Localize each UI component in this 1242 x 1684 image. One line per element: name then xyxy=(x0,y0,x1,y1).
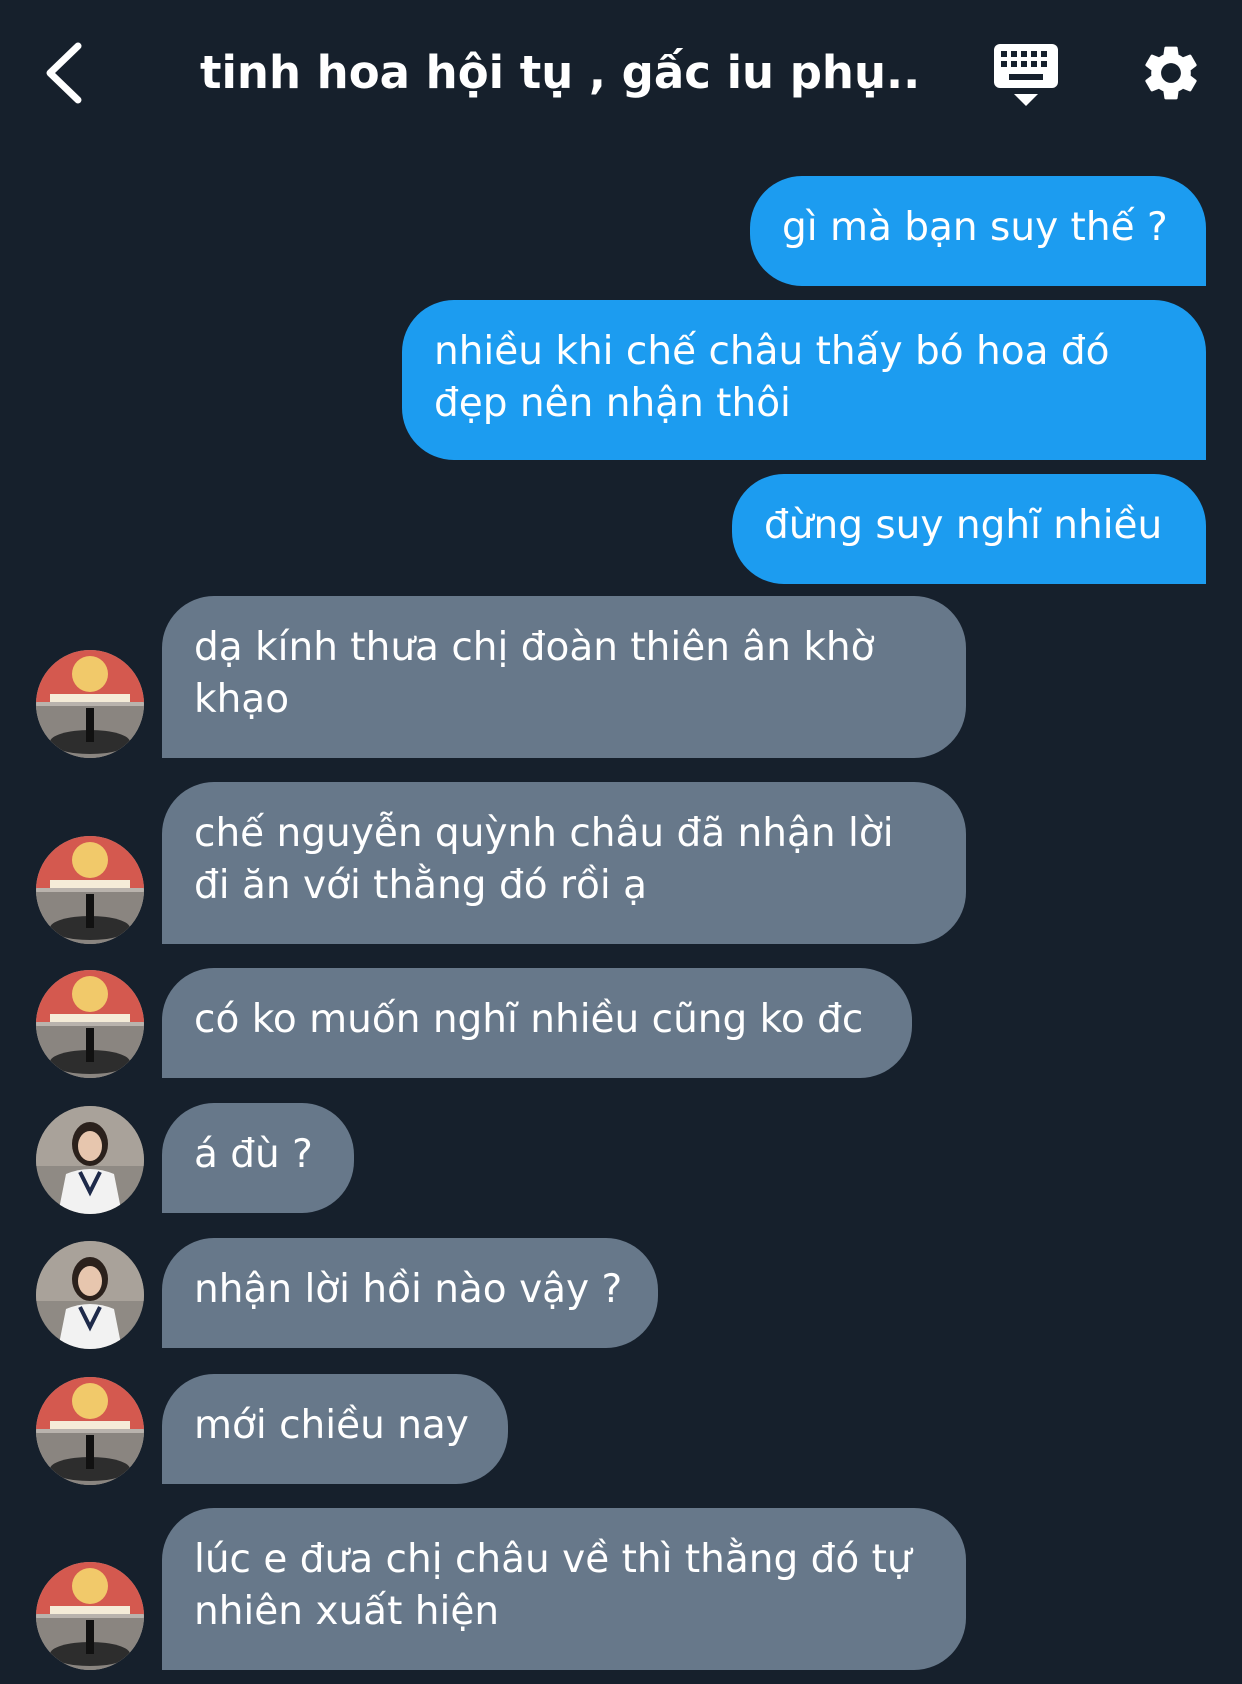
incoming-message[interactable]: chế nguyễn quỳnh châu đã nhận lời đi ăn … xyxy=(162,782,966,944)
poster-avatar-image xyxy=(36,650,144,758)
keyboard-icon xyxy=(994,44,1058,106)
outgoing-message[interactable]: nhiều khi chế châu thấy bó hoa đó đẹp nê… xyxy=(402,300,1206,460)
avatar[interactable] xyxy=(36,1241,144,1349)
incoming-message[interactable]: lúc e đưa chị châu về thì thằng đó tự nh… xyxy=(162,1508,966,1670)
conversation-title[interactable]: tinh hoa hội tụ , gấc iu phụ... xyxy=(200,38,920,108)
chevron-left-icon xyxy=(46,42,82,104)
avatar[interactable] xyxy=(36,650,144,758)
girl-avatar-image xyxy=(36,1106,144,1214)
settings-button[interactable] xyxy=(1138,40,1204,106)
incoming-message[interactable]: nhận lời hồi nào vậy ? xyxy=(162,1238,658,1348)
keyboard-button[interactable] xyxy=(990,40,1062,108)
poster-avatar-image xyxy=(36,1377,144,1485)
incoming-message[interactable]: có ko muốn nghĩ nhiều cũng ko đc xyxy=(162,968,912,1078)
avatar[interactable] xyxy=(36,970,144,1078)
avatar[interactable] xyxy=(36,836,144,944)
poster-avatar-image xyxy=(36,1562,144,1670)
girl-avatar-image xyxy=(36,1241,144,1349)
chat-header: tinh hoa hội tụ , gấc iu phụ... xyxy=(0,0,1242,150)
incoming-message[interactable]: mới chiều nay xyxy=(162,1374,508,1484)
outgoing-message[interactable]: đừng suy nghĩ nhiều xyxy=(732,474,1206,584)
poster-avatar-image xyxy=(36,970,144,1078)
avatar[interactable] xyxy=(36,1106,144,1214)
incoming-message[interactable]: dạ kính thưa chị đoàn thiên ân khờ khạo xyxy=(162,596,966,758)
back-button[interactable] xyxy=(40,38,100,108)
avatar[interactable] xyxy=(36,1377,144,1485)
gear-icon xyxy=(1145,46,1197,100)
outgoing-message[interactable]: gì mà bạn suy thế ? xyxy=(750,176,1206,286)
incoming-message[interactable]: á đù ? xyxy=(162,1103,354,1213)
poster-avatar-image xyxy=(36,836,144,944)
avatar[interactable] xyxy=(36,1562,144,1670)
